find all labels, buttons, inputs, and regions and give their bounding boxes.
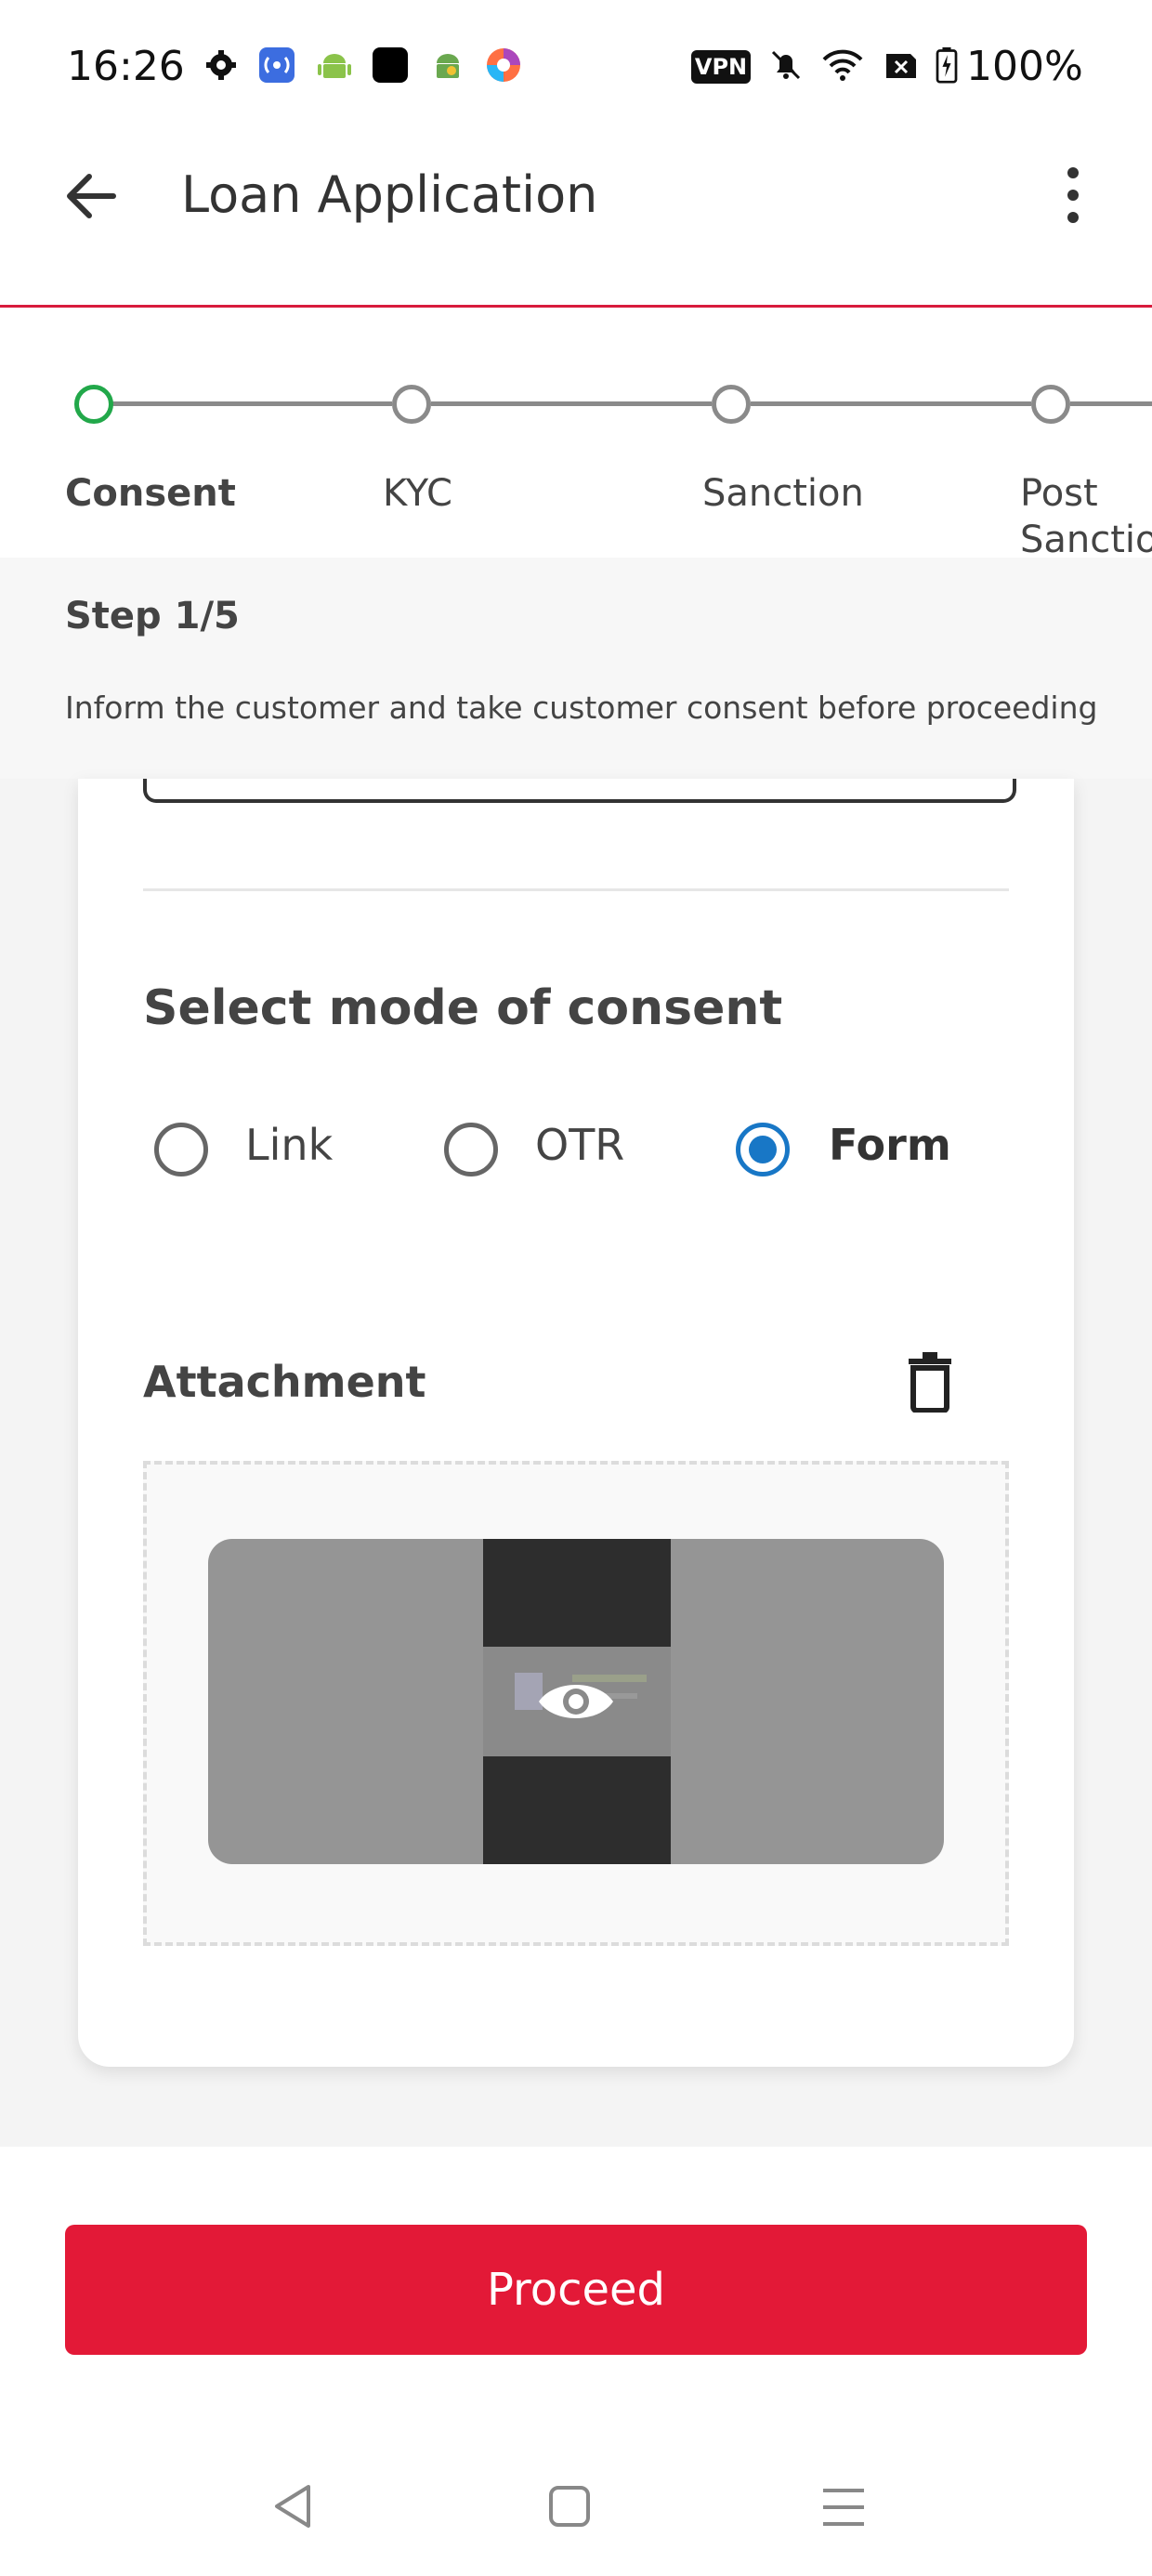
radio-label-otr[interactable]: OTR <box>535 1120 624 1170</box>
step-consent-indicator[interactable] <box>74 385 113 424</box>
system-nav-bar <box>0 2453 1152 2576</box>
attachment-thumbnail[interactable] <box>208 1539 944 1864</box>
broadcast-app-icon <box>259 47 295 83</box>
radio-form[interactable] <box>736 1123 790 1176</box>
step-connector <box>751 401 1031 406</box>
step-label-post-sanction[interactable]: Post Sanction <box>1020 470 1152 563</box>
preview-eye-icon[interactable] <box>537 1676 615 1728</box>
browser-app-icon <box>487 48 520 82</box>
mute-bell-icon <box>771 50 801 80</box>
step-label-consent[interactable]: Consent <box>65 470 236 517</box>
consent-mode-title: Select mode of consent <box>143 980 783 1036</box>
nav-menu-icon[interactable] <box>821 2487 866 2528</box>
nav-home-icon[interactable] <box>548 2485 591 2528</box>
stepper <box>0 308 1152 559</box>
vpn-icon: VPN <box>691 50 751 84</box>
previous-input-field-bottom[interactable] <box>143 779 1016 803</box>
proceed-button[interactable]: Proceed <box>65 2225 1087 2355</box>
attachment-title: Attachment <box>143 1357 426 1407</box>
step-sanction-indicator[interactable] <box>712 385 751 424</box>
step-label-sanction[interactable]: Sanction <box>702 470 864 517</box>
settings-icon <box>206 50 236 80</box>
radio-link[interactable] <box>154 1123 208 1176</box>
nav-back-icon[interactable] <box>271 2483 314 2530</box>
step-description: Inform the customer and take customer co… <box>65 690 1098 726</box>
radio-otr[interactable] <box>444 1123 498 1176</box>
sim-off-icon <box>886 54 916 78</box>
back-arrow-icon[interactable] <box>61 167 119 225</box>
battery-icon <box>936 46 958 84</box>
more-options-icon[interactable] <box>1059 164 1087 227</box>
android-app-icon <box>437 54 459 78</box>
wifi-icon <box>822 49 863 81</box>
step-connector <box>1070 401 1152 406</box>
radio-label-form[interactable]: Form <box>829 1120 951 1170</box>
step-count: Step 1/5 <box>65 595 240 637</box>
delete-icon[interactable] <box>907 1351 953 1413</box>
step-kyc-indicator[interactable] <box>392 385 431 424</box>
status-time: 16:26 <box>67 43 185 90</box>
battery-percent: 100% <box>966 43 1083 90</box>
page-title: Loan Application <box>181 165 598 224</box>
step-connector <box>111 401 392 406</box>
status-bar: 16:26 VPN 100% <box>0 0 1152 139</box>
android-icon <box>318 54 351 78</box>
step-connector <box>431 401 712 406</box>
divider <box>143 888 1009 891</box>
step-post-sanction-indicator[interactable] <box>1031 385 1070 424</box>
step-info-banner <box>0 558 1152 779</box>
black-square-app-icon <box>373 47 408 83</box>
step-label-kyc[interactable]: KYC <box>383 470 452 517</box>
radio-label-link[interactable]: Link <box>245 1120 333 1170</box>
